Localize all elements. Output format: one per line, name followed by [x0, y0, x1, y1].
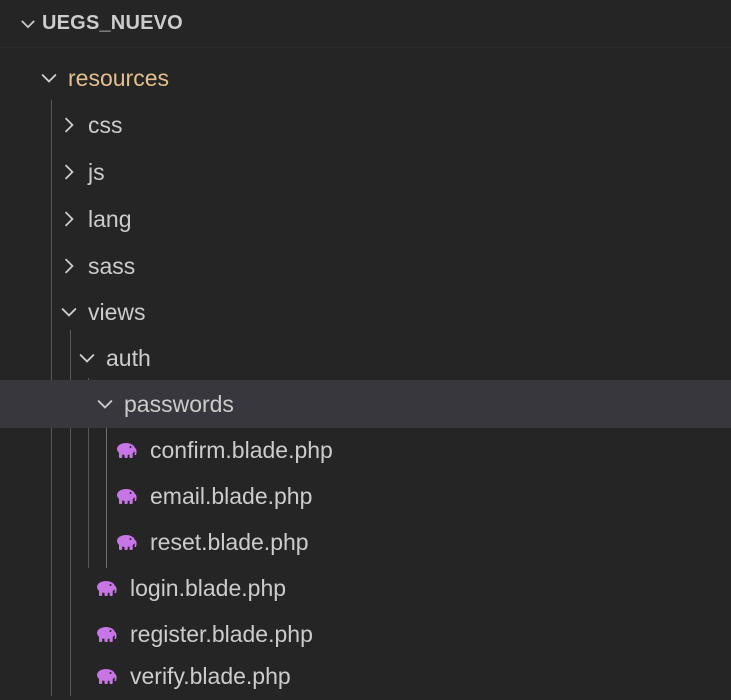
folder-label-js: js [88, 158, 105, 185]
tree-item-reset-blade[interactable]: reset.blade.php [0, 518, 731, 566]
tree-item-register-blade[interactable]: register.blade.php [0, 610, 731, 658]
file-label-verify: verify.blade.php [130, 662, 291, 689]
chevron-right-icon [64, 258, 74, 274]
chevron-down-icon [61, 307, 77, 317]
chevron-down-icon [21, 19, 35, 28]
elephant-icon [97, 627, 117, 642]
elephant-icon [97, 669, 117, 684]
elephant-icon [117, 489, 137, 504]
chevron-right-icon [64, 164, 74, 180]
folder-label-lang: lang [88, 205, 132, 232]
folder-label-passwords: passwords [124, 390, 234, 417]
workspace-title: UEGS_NUEVO [42, 12, 183, 34]
folder-label-views: views [88, 298, 146, 325]
elephant-icon [117, 535, 137, 550]
file-label-confirm: confirm.blade.php [150, 436, 333, 463]
tree-item-js[interactable]: js [0, 148, 731, 196]
file-label-email: email.blade.php [150, 482, 313, 509]
chevron-right-icon [64, 211, 74, 227]
tree-item-passwords[interactable]: passwords [0, 380, 731, 428]
tree-item-confirm-blade[interactable]: confirm.blade.php [0, 426, 731, 474]
tree-item-sass[interactable]: sass [0, 242, 731, 290]
tree-item-lang[interactable]: lang [0, 195, 731, 243]
folder-label-resources: resources [68, 64, 169, 91]
chevron-right-icon [64, 117, 74, 133]
workspace-header[interactable]: UEGS_NUEVO [0, 0, 731, 48]
file-explorer: UEGS_NUEVO resources css js lang sass vi… [0, 0, 731, 700]
file-label-reset: reset.blade.php [150, 528, 309, 555]
tree-item-email-blade[interactable]: email.blade.php [0, 472, 731, 520]
file-label-login: login.blade.php [130, 574, 287, 601]
chevron-down-icon [79, 353, 95, 363]
tree-item-views[interactable]: views [0, 288, 731, 336]
tree-item-css[interactable]: css [0, 101, 731, 149]
file-label-register: register.blade.php [130, 620, 313, 647]
folder-label-auth: auth [106, 344, 151, 371]
elephant-icon [97, 581, 117, 596]
tree-item-verify-blade[interactable]: verify.blade.php [0, 652, 731, 700]
tree-item-login-blade[interactable]: login.blade.php [0, 564, 731, 612]
chevron-down-icon [41, 73, 57, 83]
chevron-down-icon [97, 399, 113, 409]
elephant-icon [117, 443, 137, 458]
tree-item-resources[interactable]: resources [0, 54, 731, 102]
folder-label-sass: sass [88, 252, 136, 279]
folder-label-css: css [88, 111, 123, 138]
tree-item-auth[interactable]: auth [0, 334, 731, 382]
